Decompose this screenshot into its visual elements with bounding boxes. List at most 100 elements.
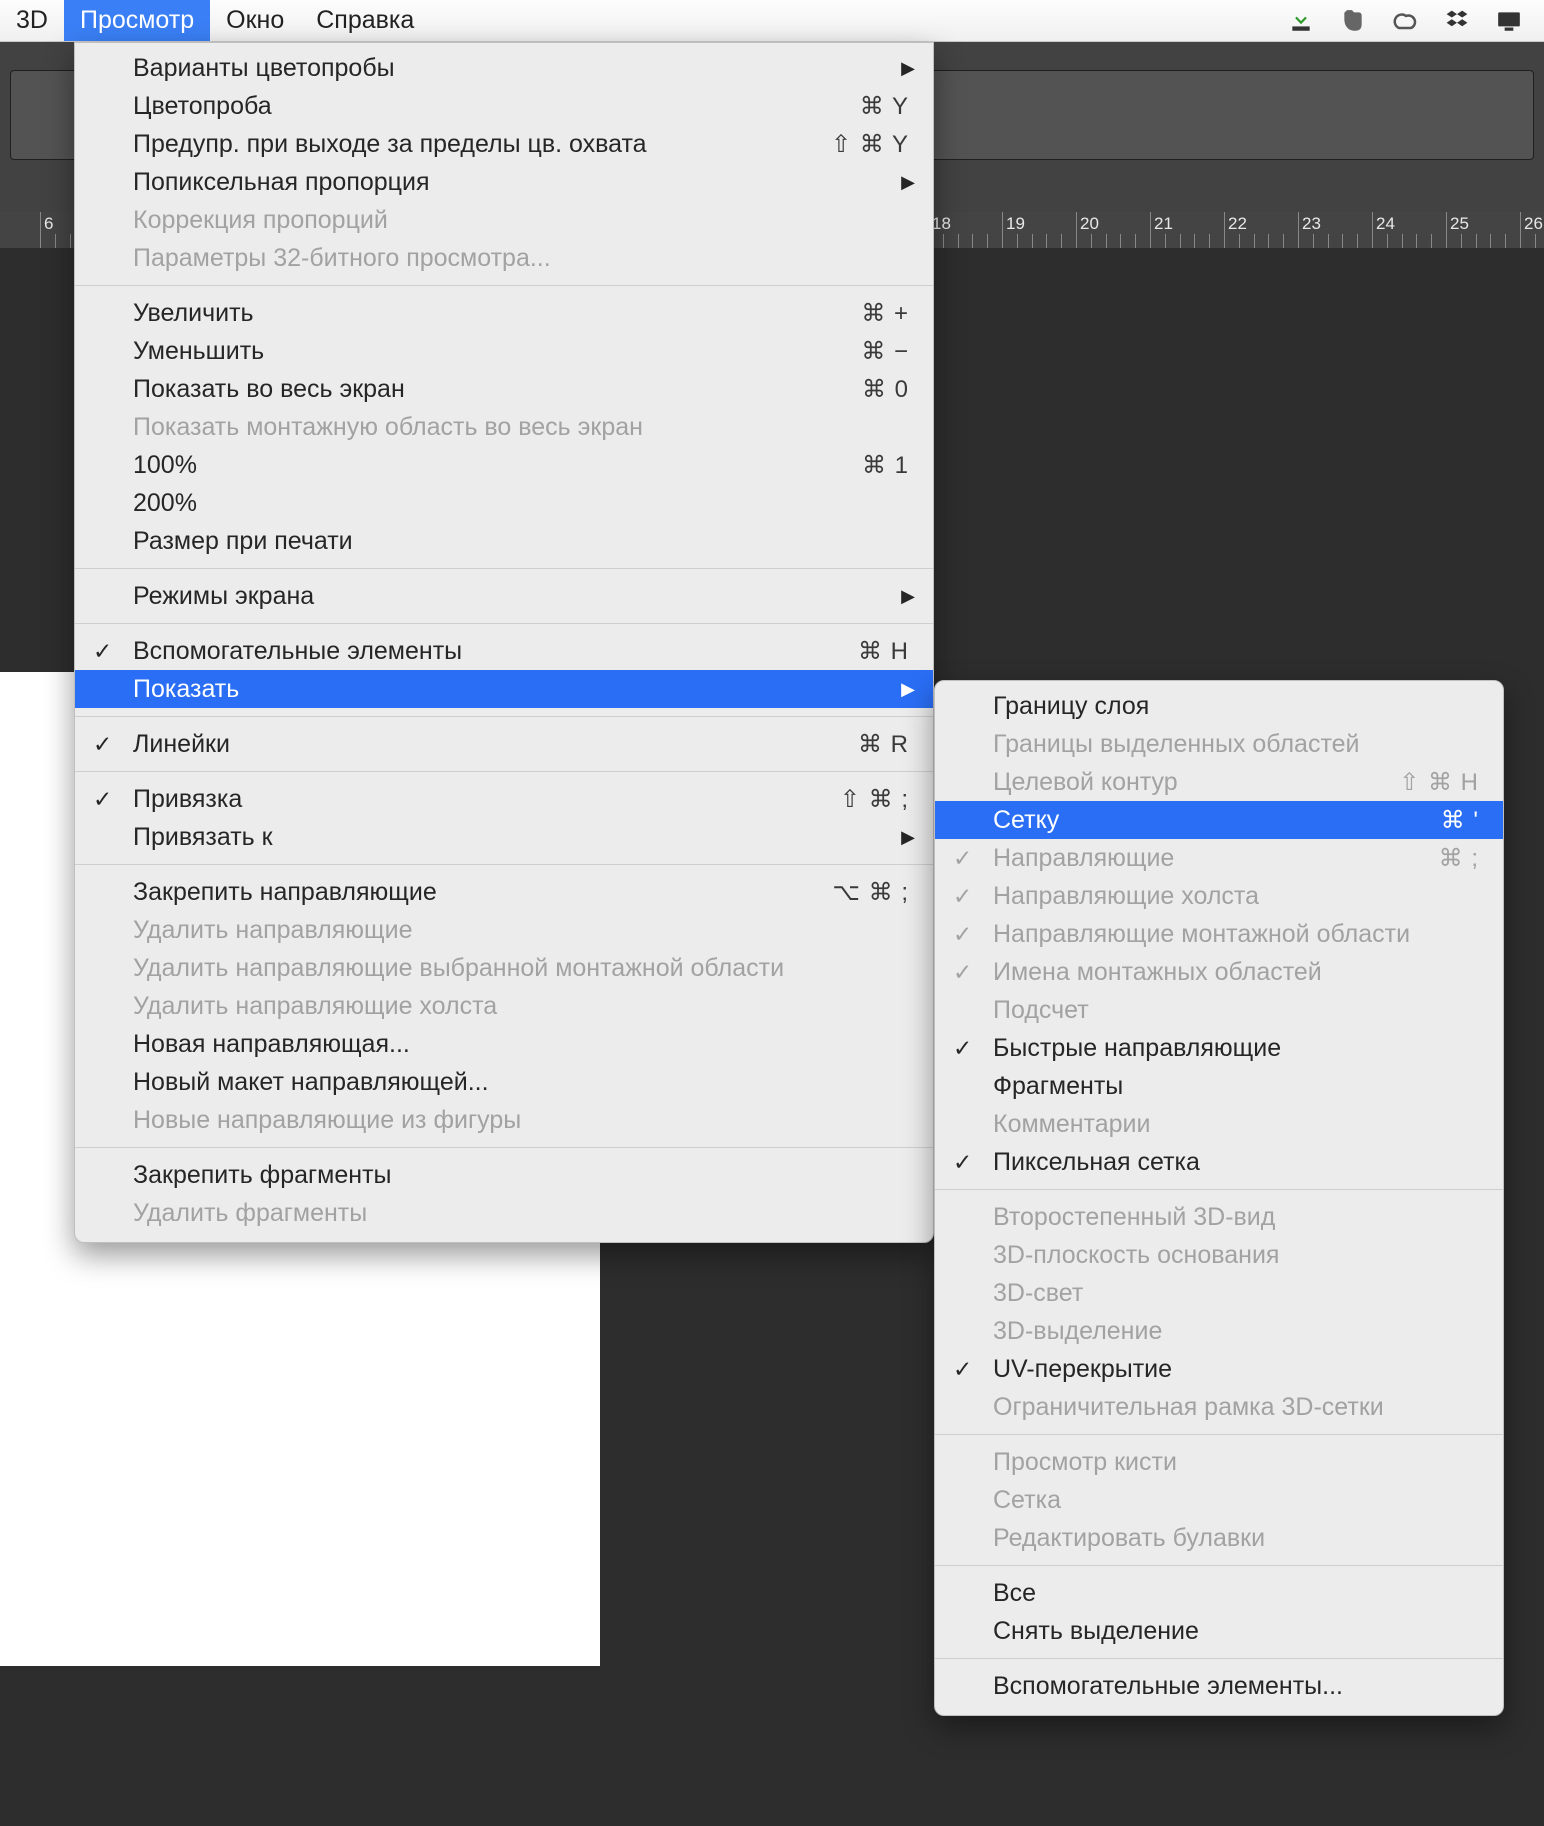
menu-item-label: Целевой контур: [993, 768, 1399, 797]
sub_menu-item[interactable]: Фрагменты: [935, 1067, 1503, 1105]
menu-item-label: Удалить фрагменты: [133, 1199, 909, 1228]
sub_menu-item: Целевой контур⇧ ⌘ H: [935, 763, 1503, 801]
sub_menu-item[interactable]: Все: [935, 1574, 1503, 1612]
menu-item-label: Предупр. при выходе за пределы цв. охват…: [133, 130, 831, 159]
sub_menu-item[interactable]: Снять выделение: [935, 1612, 1503, 1650]
main_menu-item[interactable]: 200%: [75, 484, 933, 522]
main_menu-item[interactable]: Закрепить фрагменты: [75, 1156, 933, 1194]
download-icon[interactable]: [1286, 6, 1316, 36]
menu-item-label: Коррекция пропорций: [133, 206, 909, 235]
main_menu-item[interactable]: Увеличить⌘ +: [75, 294, 933, 332]
menu-item-shortcut: ⇧ ⌘ ;: [840, 785, 909, 814]
menu-item-shortcut: ⌘ 0: [862, 375, 909, 404]
menu-item-label: Параметры 32-битного просмотра...: [133, 244, 909, 273]
show-submenu-dropdown: Границу слояГраницы выделенных областейЦ…: [934, 680, 1504, 1716]
submenu-arrow-icon: ▶: [901, 172, 915, 193]
menu-item-label: UV-перекрытие: [993, 1355, 1479, 1384]
menu-item-label: Попиксельная пропорция: [133, 168, 909, 197]
main_menu-item: Показать монтажную область во весь экран: [75, 408, 933, 446]
sub_menu-item[interactable]: Границу слоя: [935, 687, 1503, 725]
menu-separator: [75, 864, 933, 865]
main_menu-item[interactable]: ✓Вспомогательные элементы⌘ H: [75, 632, 933, 670]
menu-item-label: Снять выделение: [993, 1617, 1479, 1646]
menu-item-label: Границу слоя: [993, 692, 1479, 721]
menu-item-label: Увеличить: [133, 299, 861, 328]
check-icon: ✓: [953, 1149, 972, 1176]
menu-item-shortcut: ⌘ +: [861, 299, 909, 328]
main_menu-item[interactable]: Попиксельная пропорция▶: [75, 163, 933, 201]
main_menu-item[interactable]: ✓Линейки⌘ R: [75, 725, 933, 763]
main_menu-item[interactable]: Варианты цветопробы▶: [75, 49, 933, 87]
sub_menu-item[interactable]: Вспомогательные элементы...: [935, 1667, 1503, 1705]
menu-item-label: 100%: [133, 451, 862, 480]
menu-item-label: Показать во весь экран: [133, 375, 862, 404]
monitor-icon[interactable]: [1494, 6, 1524, 36]
sub_menu-item[interactable]: ✓UV-перекрытие: [935, 1350, 1503, 1388]
sub_menu-item: Редактировать булавки: [935, 1519, 1503, 1557]
menu-separator: [935, 1658, 1503, 1659]
menu-separator: [75, 771, 933, 772]
sub_menu-item: 3D-свет: [935, 1274, 1503, 1312]
sub_menu-item: Подсчет: [935, 991, 1503, 1029]
menu-item-label: Фрагменты: [993, 1072, 1479, 1101]
menu-item-label: 200%: [133, 489, 909, 518]
main_menu-item[interactable]: Привязать к▶: [75, 818, 933, 856]
menu-item-label: Привязать к: [133, 823, 909, 852]
dropbox-icon[interactable]: [1442, 6, 1472, 36]
menu-item-label: Сетку: [993, 806, 1441, 835]
menu-item-label: 3D-выделение: [993, 1317, 1479, 1346]
sub_menu-item[interactable]: ✓Быстрые направляющие: [935, 1029, 1503, 1067]
ruler-number: 26: [1524, 214, 1543, 234]
main_menu-item[interactable]: Показать▶: [75, 670, 933, 708]
menu-window[interactable]: Окно: [210, 0, 300, 41]
menu-item-label: Комментарии: [993, 1110, 1479, 1139]
menu-separator: [75, 1147, 933, 1148]
menu-item-label: Ограничительная рамка 3D-сетки: [993, 1393, 1479, 1422]
sub_menu-item[interactable]: Сетку⌘ ': [935, 801, 1503, 839]
main_menu-item[interactable]: Уменьшить⌘ −: [75, 332, 933, 370]
sub_menu-item[interactable]: ✓ Пиксельная сетка: [935, 1143, 1503, 1181]
main_menu-item[interactable]: Размер при печати: [75, 522, 933, 560]
menu-item-label: Варианты цветопробы: [133, 54, 909, 83]
main_menu-item[interactable]: Цветопроба⌘ Y: [75, 87, 933, 125]
menu-item-label: Закрепить фрагменты: [133, 1161, 909, 1190]
menu-separator: [75, 285, 933, 286]
main_menu-item: Удалить направляющие: [75, 911, 933, 949]
menu-item-label: Пиксельная сетка: [993, 1148, 1479, 1177]
main_menu-item[interactable]: Новая направляющая...: [75, 1025, 933, 1063]
menu-item-label: Имена монтажных областей: [993, 958, 1479, 987]
main_menu-item[interactable]: Предупр. при выходе за пределы цв. охват…: [75, 125, 933, 163]
menu-separator: [75, 568, 933, 569]
menu-item-shortcut: ⇧ ⌘ Y: [831, 130, 909, 159]
menu-help[interactable]: Справка: [300, 0, 430, 41]
main_menu-item[interactable]: Показать во весь экран⌘ 0: [75, 370, 933, 408]
main_menu-item[interactable]: 100%⌘ 1: [75, 446, 933, 484]
menu-item-label: Редактировать булавки: [993, 1524, 1479, 1553]
menu-view[interactable]: Просмотр: [64, 0, 210, 41]
menu-3d[interactable]: 3D: [0, 0, 64, 41]
submenu-arrow-icon: ▶: [901, 586, 915, 607]
menu-item-label: Новая направляющая...: [133, 1030, 909, 1059]
menu-item-label: Линейки: [133, 730, 858, 759]
menu-item-label: Режимы экрана: [133, 582, 909, 611]
main_menu-item[interactable]: ✓Привязка⇧ ⌘ ;: [75, 780, 933, 818]
check-icon: ✓: [953, 1035, 972, 1062]
menu-item-label: Закрепить направляющие: [133, 878, 832, 907]
menu-item-shortcut: ⌘ R: [858, 730, 909, 759]
menu-item-label: Размер при печати: [133, 527, 909, 556]
main_menu-item[interactable]: Закрепить направляющие⌥ ⌘ ;: [75, 873, 933, 911]
evernote-icon[interactable]: [1338, 6, 1368, 36]
mac-menu-bar: 3D Просмотр Окно Справка: [0, 0, 1544, 42]
submenu-arrow-icon: ▶: [901, 679, 915, 700]
menu-item-label: Направляющие: [993, 844, 1439, 873]
menu-item-label: Уменьшить: [133, 337, 861, 366]
menu-item-shortcut: ⇧ ⌘ H: [1399, 768, 1479, 797]
menu-item-label: Просмотр кисти: [993, 1448, 1479, 1477]
ruler-number: 25: [1450, 214, 1469, 234]
menu-item-label: Удалить направляющие: [133, 916, 909, 945]
main_menu-item[interactable]: Режимы экрана▶: [75, 577, 933, 615]
check-icon: ✓: [953, 921, 972, 948]
main_menu-item[interactable]: Новый макет направляющей...: [75, 1063, 933, 1101]
sub_menu-item: ✓Направляющие холста: [935, 877, 1503, 915]
creative-cloud-icon[interactable]: [1390, 6, 1420, 36]
